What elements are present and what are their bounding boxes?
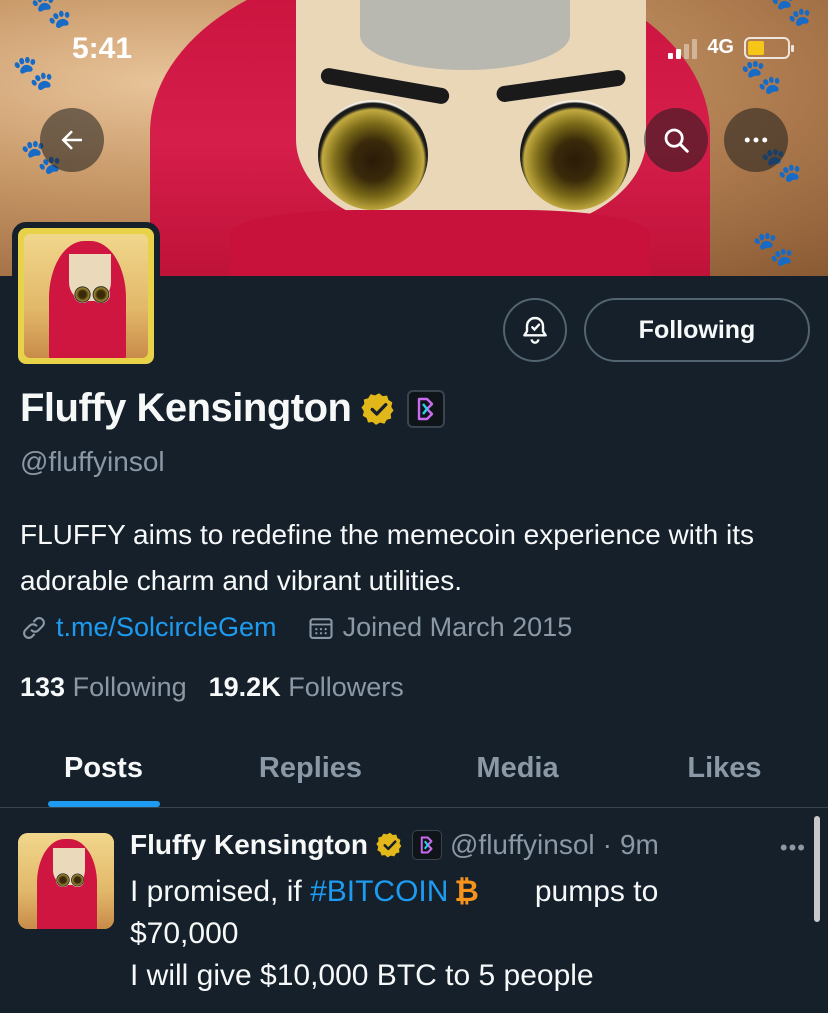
following-count-link[interactable]: 133 Following: [20, 672, 187, 703]
profile-bio: FLUFFY aims to redefine the memecoin exp…: [20, 519, 755, 596]
post-text-after: pumps to: [534, 875, 659, 908]
battery-icon: [744, 36, 794, 59]
post-text: I promised, if #BITCOIN ₿ pumps to $70,000…: [130, 871, 790, 997]
profile-link[interactable]: t.me/SolcircleGem: [56, 612, 277, 643]
link-icon: [23, 616, 45, 639]
affiliate-badge-icon: [411, 830, 442, 860]
followers-count: 19.2K: [208, 672, 281, 702]
notifications-button[interactable]: [503, 298, 567, 362]
post-line-3: I will give $10,000 BTC to 5 people: [130, 959, 594, 992]
status-time: 5:41: [72, 32, 133, 65]
post-more-button[interactable]: •••: [780, 835, 806, 861]
profile-name: Fluffy Kensington: [20, 386, 352, 430]
post-text-before: I promised, if: [130, 875, 311, 908]
profile-tabs: Posts Replies Media Likes: [0, 730, 828, 808]
following-button[interactable]: Following: [584, 298, 810, 362]
bitcoin-symbol: ₿: [454, 875, 479, 908]
tab-posts[interactable]: Posts: [0, 730, 207, 807]
signal-icon: [668, 37, 698, 59]
post-header: Fluffy Kensington @fluffyinsol · 9m: [130, 829, 659, 861]
status-indicators: 4G: [668, 36, 794, 59]
search-button[interactable]: [644, 108, 708, 172]
affiliate-badge-icon[interactable]: [407, 389, 446, 428]
following-count: 133: [20, 672, 66, 702]
profile-link-item[interactable]: t.me/SolcircleGem: [20, 612, 277, 643]
more-icon: [744, 137, 768, 143]
post-item[interactable]: Fluffy Kensington @fluffyinsol · 9m ••• …: [0, 809, 828, 1013]
followers-count-link[interactable]: 19.2K Followers: [209, 672, 404, 703]
post-author-handle[interactable]: @fluffyinsol: [450, 829, 595, 861]
back-button[interactable]: [40, 108, 104, 172]
scrollbar[interactable]: [814, 816, 820, 922]
profile-joined-item: Joined March 2015: [307, 612, 573, 643]
profile-counts: 133 Following 19.2K Followers: [20, 672, 404, 703]
post-author-name[interactable]: Fluffy Kensington: [130, 829, 368, 861]
tab-likes[interactable]: Likes: [621, 730, 828, 807]
following-label: Following: [72, 672, 187, 702]
post-hashtag[interactable]: #BITCOIN: [310, 875, 448, 908]
tab-replies[interactable]: Replies: [207, 730, 414, 807]
network-type: 4G: [707, 36, 734, 58]
profile-handle: @fluffyinsol: [20, 446, 165, 477]
profile-avatar[interactable]: [12, 222, 160, 370]
followers-label: Followers: [288, 672, 404, 702]
verified-badge-icon: [361, 392, 395, 425]
tab-media[interactable]: Media: [414, 730, 621, 807]
calendar-icon: [309, 617, 333, 639]
more-button[interactable]: [724, 108, 788, 172]
post-time[interactable]: 9m: [620, 829, 659, 861]
profile-meta: t.me/SolcircleGem Joined March 2015: [20, 612, 572, 643]
post-separator: ·: [602, 829, 612, 860]
post-line-2: $70,000: [130, 917, 239, 950]
post-avatar[interactable]: [18, 833, 114, 929]
profile-joined: Joined March 2015: [342, 612, 573, 642]
verified-badge-icon: [376, 832, 402, 858]
notification-bell-icon: [523, 316, 547, 344]
profile-name-row: Fluffy Kensington: [20, 386, 446, 431]
search-icon: [664, 128, 689, 153]
back-arrow-icon: [61, 130, 82, 150]
